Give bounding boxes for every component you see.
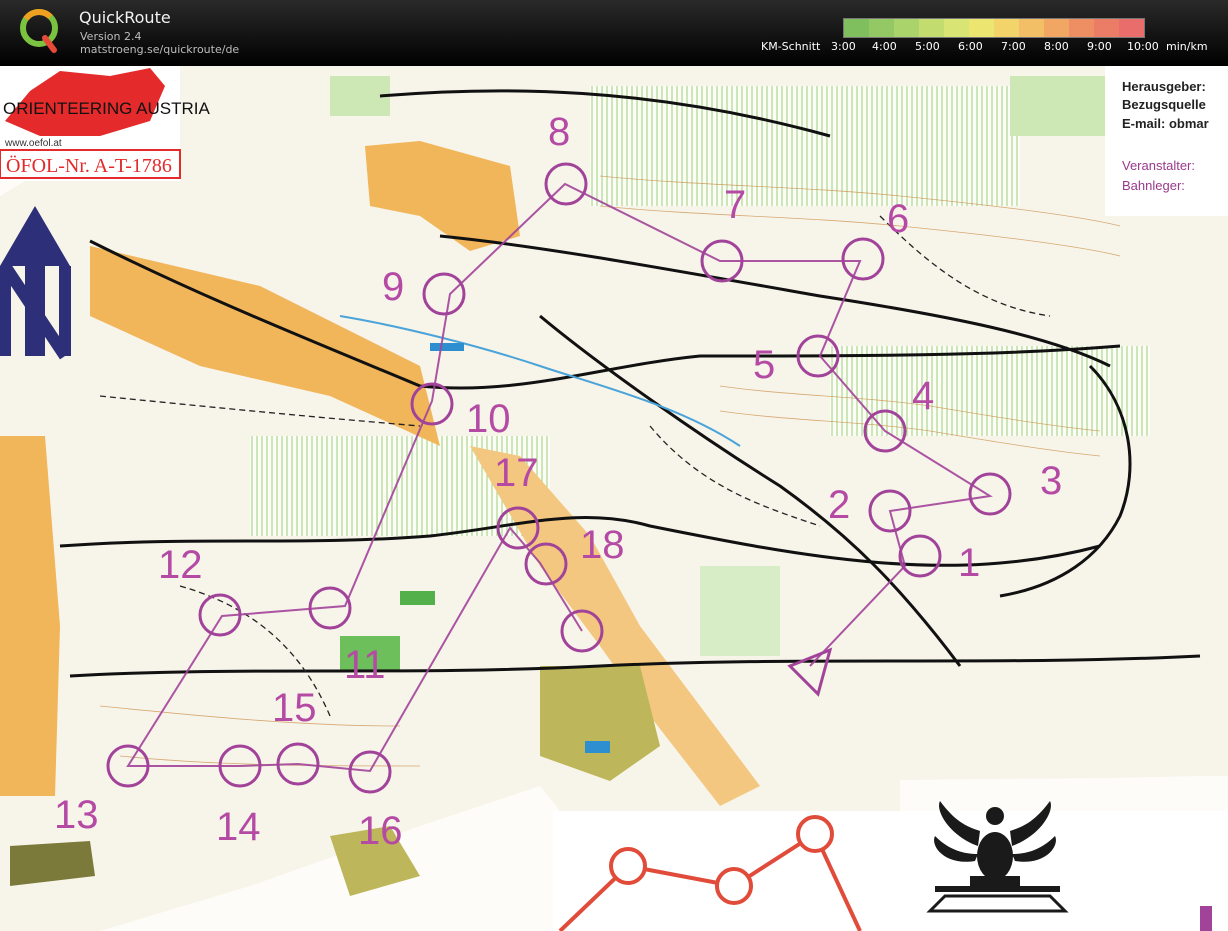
oefol-number: ÖFOL-Nr. A-T-1786 [6,154,172,177]
control-number-7: 7 [724,183,746,227]
pace-tick: 10:00 [1127,40,1159,53]
app-header: QuickRoute Version 2.4 matstroeng.se/qui… [0,0,1228,66]
pond [585,741,610,753]
control-number-9: 9 [382,265,404,309]
control-number-11: 11 [344,643,386,687]
control-number-13: 13 [54,793,99,837]
control-number-10: 10 [466,397,511,441]
pace-tick: 8:00 [1044,40,1069,53]
pace-color-scale [843,18,1145,38]
control-number-18: 18 [580,523,625,567]
oa-logo-text: ORIENTEERING AUSTRIA [3,99,211,118]
pace-color-swatch [1094,19,1119,37]
pace-tick: 7:00 [1001,40,1026,53]
pond [430,343,464,351]
green-vegetation [1010,76,1110,136]
pace-color-swatch [919,19,944,37]
rough-open-area [590,86,1020,206]
publisher-label: Herausgeber: [1122,79,1206,94]
control-number-4: 4 [912,374,934,418]
pace-color-swatch [969,19,994,37]
pace-color-swatch [869,19,894,37]
control-number-17: 17 [494,451,539,495]
quickroute-logo-icon [20,9,58,53]
control-number-12: 12 [158,543,203,587]
orienteering-austria-logo: ORIENTEERING AUSTRIA www.oefol.at ÖFOL-N… [0,66,211,181]
source-label: Bezugsquelle [1122,97,1206,112]
control-number-5: 5 [753,343,775,387]
pace-color-swatch [1069,19,1094,37]
green-vegetation [400,591,435,605]
control-number-16: 16 [358,809,403,853]
control-number-2: 2 [828,483,850,527]
email-label: E-mail: obmar [1122,116,1209,131]
green-vegetation [700,566,780,656]
pace-tick: 5:00 [915,40,940,53]
pace-color-swatch [894,19,919,37]
pace-color-swatch [944,19,969,37]
pace-tick: 4:00 [872,40,897,53]
pace-color-swatch [1119,19,1144,37]
orienteering-map[interactable]: ORIENTEERING AUSTRIA www.oefol.at ÖFOL-N… [0,66,1228,931]
control-number-15: 15 [272,686,317,730]
pace-color-swatch [994,19,1019,37]
eagle-emblem-icon [926,801,1069,913]
oefol-website: www.oefol.at [4,138,62,149]
map-edge-marker [1200,906,1212,931]
pace-tick: 3:00 [831,40,856,53]
control-number-6: 6 [887,197,909,241]
organizer-label: Veranstalter: [1122,158,1195,173]
control-number-8: 8 [548,110,570,154]
app-title: QuickRoute [79,8,171,27]
pace-color-swatch [1044,19,1069,37]
pace-tick: 9:00 [1087,40,1112,53]
course-setter-label: Bahnleger: [1122,178,1185,193]
pace-color-swatch [1019,19,1044,37]
control-number-1: 1 [958,541,980,585]
pace-scale-label: KM-Schnitt [761,40,821,53]
control-number-3: 3 [1040,459,1062,503]
pace-tick: 6:00 [958,40,983,53]
app-url[interactable]: matstroeng.se/quickroute/de [80,43,239,56]
control-number-14: 14 [216,805,261,849]
pace-color-swatch [844,19,869,37]
pace-unit: min/km [1166,40,1208,53]
app-version: Version 2.4 [80,30,142,43]
